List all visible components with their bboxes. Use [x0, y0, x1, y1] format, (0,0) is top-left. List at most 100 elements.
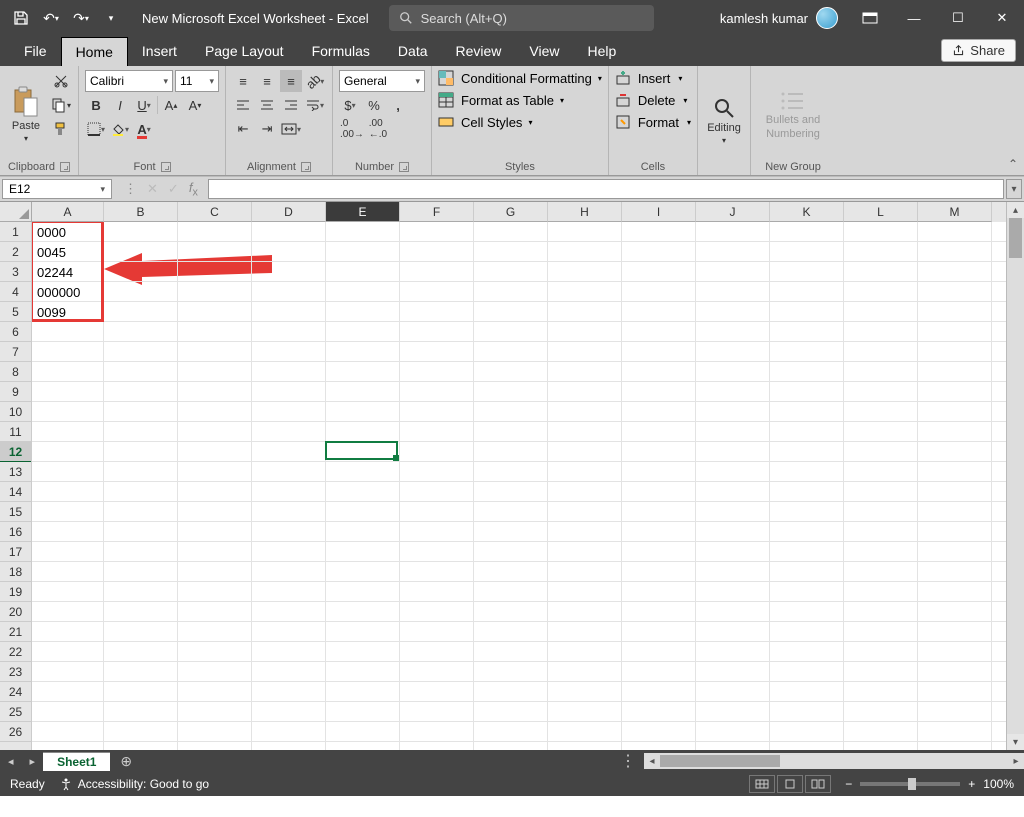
tab-data[interactable]: Data [384, 37, 442, 66]
view-page-layout-button[interactable] [777, 775, 803, 793]
row-header-19[interactable]: 19 [0, 582, 31, 602]
row-header-26[interactable]: 26 [0, 722, 31, 742]
number-format-select[interactable]: General [339, 70, 425, 92]
search-box[interactable]: Search (Alt+Q) [389, 5, 654, 31]
name-box[interactable]: E12 [2, 179, 112, 199]
increase-indent-button[interactable]: ⇥ [256, 118, 278, 140]
row-header-18[interactable]: 18 [0, 562, 31, 582]
align-top-button[interactable]: ≡ [232, 70, 254, 92]
row-header-17[interactable]: 17 [0, 542, 31, 562]
row-header-5[interactable]: 5 [0, 302, 31, 322]
align-middle-button[interactable]: ≡ [256, 70, 278, 92]
view-normal-button[interactable] [749, 775, 775, 793]
row-header-24[interactable]: 24 [0, 682, 31, 702]
col-header-B[interactable]: B [104, 202, 178, 222]
close-button[interactable]: ✕ [980, 0, 1024, 36]
col-header-J[interactable]: J [696, 202, 770, 222]
scroll-down-button[interactable]: ▾ [1007, 734, 1024, 750]
format-cells-button[interactable]: Format▾ [615, 114, 691, 130]
view-page-break-button[interactable] [805, 775, 831, 793]
font-size-select[interactable]: 11 [175, 70, 219, 92]
col-header-E[interactable]: E [326, 202, 400, 222]
align-left-button[interactable] [232, 94, 254, 116]
format-as-table-button[interactable]: Format as Table▾ [438, 92, 602, 108]
tab-insert[interactable]: Insert [128, 37, 191, 66]
align-center-button[interactable] [256, 94, 278, 116]
underline-button[interactable]: U [133, 94, 155, 116]
insert-cells-button[interactable]: Insert▾ [615, 70, 691, 86]
cell-styles-button[interactable]: Cell Styles▾ [438, 114, 602, 130]
italic-button[interactable]: I [109, 94, 131, 116]
col-header-L[interactable]: L [844, 202, 918, 222]
zoom-slider[interactable] [860, 782, 960, 786]
fill-color-button[interactable] [109, 118, 131, 140]
sheet-nav-next[interactable]: ▸ [22, 755, 44, 768]
undo-button[interactable]: ↶▾ [40, 7, 62, 29]
increase-font-button[interactable]: A▴ [160, 94, 182, 116]
zoom-out-button[interactable]: − [845, 777, 852, 791]
account-area[interactable]: kamlesh kumar [720, 7, 838, 29]
alignment-dialog-launcher[interactable] [301, 162, 311, 172]
comma-format-button[interactable]: , [387, 94, 409, 116]
row-header-3[interactable]: 3 [0, 262, 31, 282]
fx-button[interactable]: fx [189, 180, 198, 199]
decrease-decimal-button[interactable]: .00←.0 [367, 118, 389, 140]
new-sheet-button[interactable]: ⊕ [110, 753, 142, 770]
number-dialog-launcher[interactable] [399, 162, 409, 172]
format-painter-button[interactable] [50, 118, 72, 140]
active-cell[interactable] [325, 441, 398, 460]
status-accessibility[interactable]: Accessibility: Good to go [59, 777, 209, 791]
row-header-4[interactable]: 4 [0, 282, 31, 302]
row-header-10[interactable]: 10 [0, 402, 31, 422]
wrap-text-button[interactable] [304, 94, 326, 116]
tab-page-layout[interactable]: Page Layout [191, 37, 298, 66]
row-headers[interactable]: 1234567891011121314151617181920212223242… [0, 222, 32, 750]
percent-format-button[interactable]: % [363, 94, 385, 116]
align-bottom-button[interactable]: ≡ [280, 70, 302, 92]
decrease-font-button[interactable]: A▾ [184, 94, 206, 116]
find-select-button[interactable]: Editing ▾ [704, 70, 744, 171]
zoom-in-button[interactable]: + [968, 777, 975, 791]
collapse-ribbon-button[interactable]: ⌃ [1008, 157, 1018, 171]
zoom-controls[interactable]: − + 100% [845, 777, 1014, 791]
enter-formula-button[interactable]: ✓ [168, 181, 179, 197]
row-header-2[interactable]: 2 [0, 242, 31, 262]
col-header-H[interactable]: H [548, 202, 622, 222]
horizontal-scrollbar[interactable]: ◂ ▸ [644, 753, 1024, 769]
row-header-23[interactable]: 23 [0, 662, 31, 682]
paste-button[interactable]: Paste ▾ [6, 70, 46, 159]
font-dialog-launcher[interactable] [161, 162, 171, 172]
vscroll-thumb[interactable] [1009, 218, 1022, 258]
tab-review[interactable]: Review [442, 37, 516, 66]
hscroll-thumb[interactable] [660, 755, 780, 767]
clipboard-dialog-launcher[interactable] [60, 162, 70, 172]
tab-scroll-menu[interactable]: ⋮ [612, 751, 644, 771]
row-header-13[interactable]: 13 [0, 462, 31, 482]
row-header-15[interactable]: 15 [0, 502, 31, 522]
decrease-indent-button[interactable]: ⇤ [232, 118, 254, 140]
align-right-button[interactable] [280, 94, 302, 116]
zoom-level[interactable]: 100% [983, 777, 1014, 791]
cancel-formula-button[interactable]: ✕ [147, 181, 158, 197]
row-header-22[interactable]: 22 [0, 642, 31, 662]
expand-formula-bar-button[interactable]: ▾ [1006, 179, 1022, 199]
row-header-14[interactable]: 14 [0, 482, 31, 502]
accounting-format-button[interactable]: $ [339, 94, 361, 116]
scroll-right-button[interactable]: ▸ [1008, 756, 1024, 767]
share-button[interactable]: Share [941, 39, 1016, 62]
col-header-I[interactable]: I [622, 202, 696, 222]
orientation-button[interactable]: ab [304, 70, 326, 92]
row-header-9[interactable]: 9 [0, 382, 31, 402]
tab-home[interactable]: Home [61, 37, 128, 66]
font-color-button[interactable]: A [133, 118, 155, 140]
cut-button[interactable] [50, 70, 72, 92]
col-header-G[interactable]: G [474, 202, 548, 222]
minimize-button[interactable]: — [892, 0, 936, 36]
save-icon[interactable] [10, 7, 32, 29]
merge-button[interactable] [280, 118, 302, 140]
maximize-button[interactable]: ☐ [936, 0, 980, 36]
sheet-tab-active[interactable]: Sheet1 [43, 752, 110, 771]
col-header-C[interactable]: C [178, 202, 252, 222]
redo-button[interactable]: ↷▾ [70, 7, 92, 29]
row-header-16[interactable]: 16 [0, 522, 31, 542]
